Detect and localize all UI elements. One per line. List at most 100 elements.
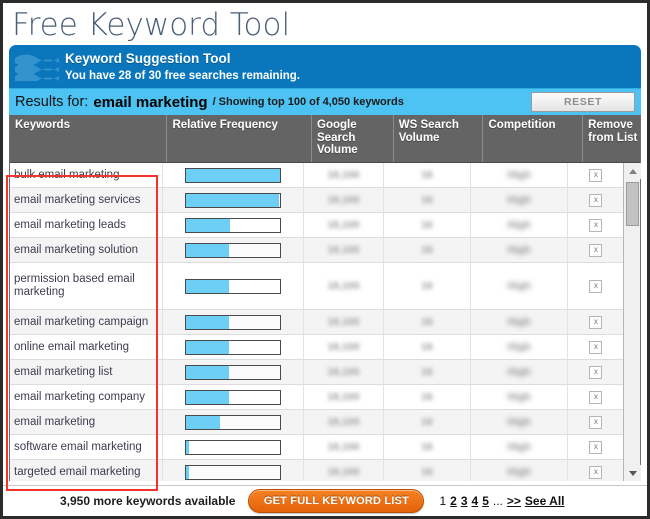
column-header-competition[interactable]: Competition — [483, 115, 584, 162]
google-search-volume-value: 18,100 — [327, 466, 360, 478]
cell-keyword[interactable]: email marketing — [10, 410, 164, 434]
frequency-bar-fill — [186, 193, 280, 207]
cell-competition: High — [471, 188, 569, 212]
table-row: email marketing services 18,100 16 High x — [10, 188, 624, 213]
cell-remove: x — [568, 310, 623, 334]
cell-google-search-volume: 18,100 — [304, 410, 384, 434]
ws-search-volume-value: 16 — [421, 466, 433, 478]
cell-competition: High — [471, 310, 569, 334]
cell-ws-search-volume: 16 — [384, 410, 472, 434]
competition-value: High — [507, 341, 531, 353]
column-header-remove-from-list[interactable]: Remove from List — [583, 115, 640, 162]
remove-row-button[interactable]: x — [589, 365, 603, 379]
google-search-volume-value: 18,100 — [327, 244, 360, 256]
page-link-3[interactable]: 3 — [461, 494, 468, 508]
remove-row-button[interactable]: x — [589, 315, 603, 329]
competition-value: High — [507, 244, 531, 256]
cell-relative-frequency — [163, 163, 305, 187]
next-page-link[interactable]: >> — [507, 494, 521, 508]
ws-search-volume-value: 16 — [421, 219, 433, 231]
remove-row-button[interactable]: x — [589, 340, 603, 354]
reset-button[interactable]: RESET — [531, 92, 635, 112]
competition-value: High — [507, 280, 531, 292]
cell-relative-frequency — [163, 460, 305, 481]
cell-ws-search-volume: 16 — [384, 385, 472, 409]
ws-search-volume-value: 16 — [421, 244, 433, 256]
cell-remove: x — [568, 188, 623, 212]
ws-search-volume-value: 16 — [421, 416, 433, 428]
frequency-bar-fill — [186, 440, 190, 454]
cell-keyword[interactable]: software email marketing — [10, 435, 164, 459]
cell-keyword[interactable]: targeted email marketing — [10, 460, 164, 481]
cell-competition: High — [471, 435, 569, 459]
cell-keyword[interactable]: bulk email marketing — [10, 163, 164, 187]
column-header-ws-search-volume[interactable]: WS Search Volume — [394, 115, 484, 162]
tool-banner: Keyword Suggestion Tool You have 28 of 3… — [9, 45, 641, 88]
cell-keyword[interactable]: email marketing company — [10, 385, 164, 409]
remove-row-button[interactable]: x — [589, 415, 603, 429]
cell-relative-frequency — [163, 435, 305, 459]
cell-keyword[interactable]: email marketing services — [10, 188, 164, 212]
cell-google-search-volume: 18,100 — [304, 213, 384, 237]
table-body: bulk email marketing 18,100 16 High x email m… — [10, 163, 624, 481]
column-header-relative-frequency[interactable]: Relative Frequency — [167, 115, 313, 162]
frequency-bar — [185, 314, 282, 330]
cell-keyword[interactable]: email marketing list — [10, 360, 164, 384]
competition-value: High — [507, 219, 531, 231]
waves-icon — [15, 54, 59, 81]
remove-row-button[interactable]: x — [589, 279, 603, 293]
google-search-volume-value: 18,100 — [327, 280, 360, 292]
column-header-google-search-volume[interactable]: Google Search Volume — [312, 115, 394, 162]
keyword-text: email marketing list — [14, 365, 113, 378]
page-link-2[interactable]: 2 — [450, 494, 457, 508]
keyword-text: targeted email marketing — [14, 465, 141, 478]
scroll-down-arrow-icon[interactable] — [624, 465, 642, 481]
get-full-keyword-list-button[interactable]: GET FULL KEYWORD LIST — [248, 489, 425, 513]
frequency-bar — [185, 339, 282, 355]
keyword-text: permission based email marketing — [14, 273, 135, 298]
scrollbar-thumb[interactable] — [626, 182, 640, 226]
cell-relative-frequency — [163, 310, 305, 334]
remove-row-button[interactable]: x — [589, 390, 603, 404]
competition-value: High — [507, 466, 531, 478]
table-row: email marketing solution 18,100 16 High x — [10, 238, 624, 263]
table-scrollbar[interactable] — [623, 163, 642, 481]
remove-row-button[interactable]: x — [589, 193, 603, 207]
remove-row-button[interactable]: x — [589, 465, 603, 479]
remove-row-button[interactable]: x — [589, 243, 603, 257]
remove-row-button[interactable]: x — [589, 440, 603, 454]
cell-competition: High — [471, 410, 569, 434]
scroll-up-arrow-icon[interactable] — [624, 163, 642, 179]
frequency-bar — [185, 278, 282, 294]
frequency-bar-fill — [186, 415, 221, 429]
frequency-bar — [185, 217, 282, 233]
cell-remove: x — [568, 163, 623, 187]
keyword-text: software email marketing — [14, 440, 142, 453]
cell-relative-frequency — [163, 360, 305, 384]
google-search-volume-value: 18,100 — [327, 366, 360, 378]
cell-relative-frequency — [163, 335, 305, 359]
remove-row-button[interactable]: x — [589, 168, 603, 182]
cell-keyword[interactable]: permission based email marketing — [10, 263, 164, 309]
cell-google-search-volume: 18,100 — [304, 460, 384, 481]
competition-value: High — [507, 391, 531, 403]
keywords-table: Keywords Relative Frequency Google Searc… — [9, 115, 642, 481]
ws-search-volume-value: 16 — [421, 366, 433, 378]
page-link-5[interactable]: 5 — [482, 494, 489, 508]
table-row: software email marketing 18,100 16 High x — [10, 435, 624, 460]
cell-google-search-volume: 18,100 — [304, 435, 384, 459]
cell-keyword[interactable]: online email marketing — [10, 335, 164, 359]
cell-remove: x — [568, 238, 623, 262]
remove-row-button[interactable]: x — [589, 218, 603, 232]
ws-search-volume-value: 16 — [421, 341, 433, 353]
column-header-keywords[interactable]: Keywords — [10, 115, 168, 162]
cell-keyword[interactable]: email marketing leads — [10, 213, 164, 237]
footer-bar: 3,950 more keywords available GET FULL K… — [3, 485, 647, 516]
cell-keyword[interactable]: email marketing campaign — [10, 310, 164, 334]
cell-keyword[interactable]: email marketing solution — [10, 238, 164, 262]
see-all-link[interactable]: See All — [525, 494, 565, 508]
page-link-4[interactable]: 4 — [472, 494, 479, 508]
keyword-text: email marketing leads — [14, 218, 126, 231]
page-title: Free Keyword Tool — [12, 7, 291, 43]
table-body-area: bulk email marketing 18,100 16 High x email m… — [10, 163, 642, 481]
